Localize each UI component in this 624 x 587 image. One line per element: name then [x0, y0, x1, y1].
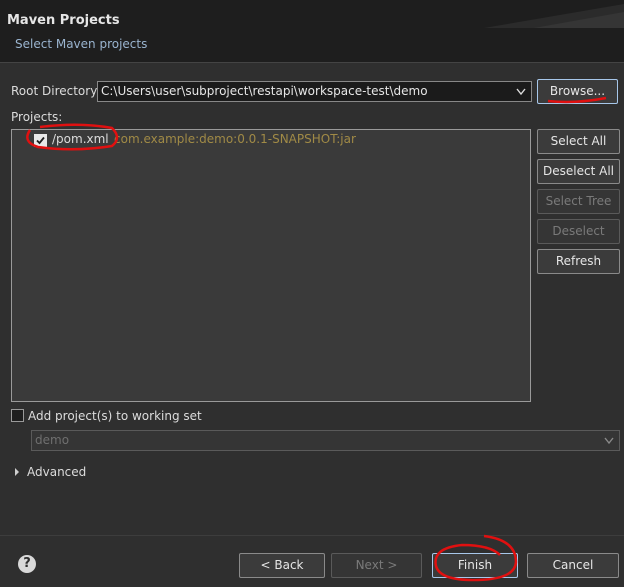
projects-label: Projects: [11, 110, 63, 124]
working-set-checkbox[interactable] [11, 409, 24, 422]
cancel-button[interactable]: Cancel [527, 553, 619, 578]
deselect-tree-button[interactable]: Deselect Tree [537, 219, 620, 261]
advanced-section-label[interactable]: Advanced [27, 465, 86, 479]
checkmark-icon [36, 136, 45, 145]
dropdown-arrow-icon[interactable] [514, 84, 528, 99]
next-button[interactable]: Next > [331, 553, 422, 578]
select-all-button[interactable]: Select All [537, 129, 620, 154]
projects-tree[interactable] [11, 129, 531, 402]
dropdown-arrow-icon[interactable] [602, 433, 616, 448]
working-set-label: Add project(s) to working set [28, 409, 202, 423]
help-icon[interactable]: ? [18, 555, 36, 573]
header-decoration [484, 4, 624, 28]
refresh-button[interactable]: Refresh [537, 249, 620, 274]
root-directory-combo[interactable]: C:\Users\user\subproject\restapi\workspa… [97, 81, 532, 102]
project-path: /pom.xml [52, 132, 109, 146]
wizard-title: Maven Projects [7, 13, 120, 28]
header-separator [0, 62, 624, 63]
wizard-subtitle: Select Maven projects [15, 37, 148, 51]
deselect-all-button[interactable]: Deselect All [537, 159, 620, 184]
back-button[interactable]: < Back [239, 553, 325, 578]
footer-separator [0, 535, 624, 536]
root-directory-value: C:\Users\user\subproject\restapi\workspa… [101, 84, 428, 98]
expand-triangle-icon[interactable] [13, 467, 21, 477]
select-tree-button[interactable]: Select Tree [537, 189, 620, 214]
project-artifact: com.example:demo:0.0.1-SNAPSHOT:jar [114, 132, 356, 146]
wizard-header: Maven Projects Select Maven projects [0, 0, 624, 62]
working-set-value: demo [35, 433, 70, 447]
working-set-combo[interactable]: demo [31, 430, 620, 451]
browse-button[interactable]: Browse... [537, 79, 618, 104]
finish-button[interactable]: Finish [432, 553, 518, 578]
project-checkbox[interactable] [34, 134, 47, 147]
root-directory-label: Root Directory: [11, 84, 101, 98]
